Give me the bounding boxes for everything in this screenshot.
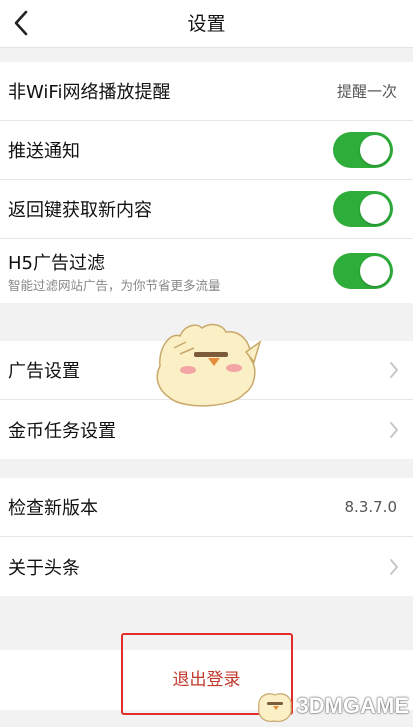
chick-mascot-icon	[156, 323, 262, 407]
row-back-refresh: 返回键获取新内容	[0, 180, 413, 239]
row-label: 金币任务设置	[8, 420, 116, 442]
row-label: H5广告过滤	[8, 253, 105, 274]
push-notification-toggle[interactable]	[333, 132, 393, 168]
about-group: 检查新版本 8.3.7.0 关于头条	[0, 478, 413, 596]
row-sublabel: 智能过滤网站广告，为你节省更多流量	[8, 278, 221, 293]
chick-mascot-icon	[257, 693, 292, 722]
watermark-text: 3DMGAME	[296, 693, 409, 718]
row-label: 返回键获取新内容	[8, 200, 152, 221]
chevron-right-icon	[390, 558, 398, 575]
row-about[interactable]: 关于头条	[0, 537, 413, 596]
row-wifi-reminder[interactable]: 非WiFi网络播放提醒 提醒一次	[0, 62, 413, 121]
back-refresh-toggle[interactable]	[333, 191, 393, 227]
row-h5-ad-filter: H5广告过滤 智能过滤网站广告，为你节省更多流量	[0, 239, 413, 303]
row-label: 检查新版本	[8, 498, 98, 519]
row-value: 提醒一次	[336, 82, 397, 101]
nav-bar: 设置	[0, 0, 413, 48]
chevron-right-icon	[390, 362, 398, 378]
watermark: 3DMGAME	[253, 689, 409, 723]
h5-ad-filter-toggle[interactable]	[333, 253, 393, 289]
row-label: 非WiFi网络播放提醒	[8, 82, 171, 103]
page-title: 设置	[187, 13, 226, 35]
toggle-knob	[360, 135, 390, 165]
chevron-right-icon	[390, 421, 398, 438]
row-push-notification: 推送通知	[0, 121, 413, 180]
row-label: 推送通知	[8, 141, 80, 162]
row-label: 广告设置	[8, 361, 80, 382]
row-check-update[interactable]: 检查新版本 8.3.7.0	[0, 478, 413, 537]
toggle-knob	[360, 256, 390, 286]
version-value: 8.3.7.0	[344, 498, 397, 516]
general-settings-group: 非WiFi网络播放提醒 提醒一次 推送通知 返回键获取新内容 H5广告过滤 智能…	[0, 62, 413, 303]
toggle-knob	[360, 194, 390, 224]
row-label: 关于头条	[8, 557, 80, 579]
